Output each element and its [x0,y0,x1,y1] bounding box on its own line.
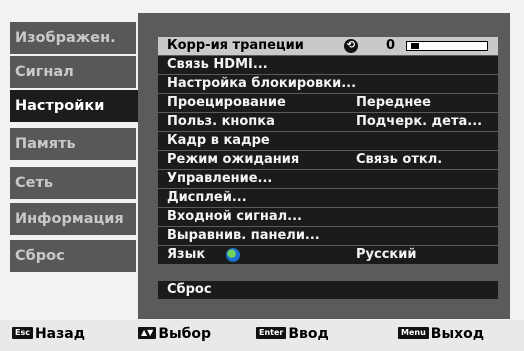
hint-label: Выбор [158,326,212,342]
menu-label: Входной сигнал... [167,209,302,224]
hint-exit: Menu Выход [398,326,484,344]
menu-key-icon: Menu [398,327,429,339]
settings-panel: Корр-ия трапеции ⟲ 0 Связь HDMI... Настр… [138,13,510,319]
menu-label: Выравнив. панели... [167,228,320,243]
menu-row-panel-alignment[interactable]: Выравнив. панели... [158,227,498,245]
keystone-slider[interactable] [406,41,488,51]
menu-row-control[interactable]: Управление... [158,170,498,188]
nav-item-settings[interactable]: Настройки [10,90,144,122]
menu-value: Русский [356,247,417,262]
menu-value: Подчерк. дета... [356,114,483,129]
menu-row-keystone[interactable]: Корр-ия трапеции ⟲ 0 [158,37,498,55]
menu-row-lock-settings[interactable]: Настройка блокировки... [158,75,498,93]
hint-back: Esc Назад [12,326,85,344]
menu-label: Проецирование [167,95,286,110]
keystone-icon: ⟲ [344,39,358,53]
nav-item-information[interactable]: Информация [10,203,136,235]
menu-label: Режим ожидания [167,152,300,167]
up-down-key-icon: ▲▼ [138,327,157,339]
menu-label: Настройка блокировки... [167,76,357,91]
menu-label: Польз. кнопка [167,114,275,129]
menu-label: Дисплей... [167,190,247,205]
keystone-value: 0 [386,38,396,53]
menu-row-reset[interactable]: Сброс [158,281,498,299]
menu-row-display[interactable]: Дисплей... [158,189,498,207]
menu-value: Переднее [356,95,431,110]
menu-row-language[interactable]: Язык Русский [158,246,498,264]
globe-icon [226,248,240,262]
menu-row-user-button[interactable]: Польз. кнопка Подчерк. дета... [158,113,498,131]
hint-enter: Enter Ввод [256,326,329,344]
nav-item-signal[interactable]: Сигнал [10,56,136,88]
footer-hints: Esc Назад ▲▼ Выбор Enter Ввод Menu Выход [0,320,524,351]
menu-row-standby-mode[interactable]: Режим ожидания Связь откл. [158,151,498,169]
menu-label: Язык [167,247,206,262]
menu-label: Связь HDMI... [167,57,268,72]
menu-row-input-signal[interactable]: Входной сигнал... [158,208,498,226]
menu-row-picture-in-picture[interactable]: Кадр в кадре [158,132,498,150]
menu-row-projection[interactable]: Проецирование Переднее [158,94,498,112]
menu-row-hdmi-link[interactable]: Связь HDMI... [158,56,498,74]
hint-label: Назад [34,326,86,342]
slider-thumb[interactable] [411,43,420,49]
sidebar-nav: Изображен. Сигнал Настройки Память Сеть … [0,0,144,320]
menu-label: Корр-ия трапеции [167,38,304,53]
esc-key-icon: Esc [12,327,33,339]
hint-label: Выход [430,326,485,342]
nav-item-image[interactable]: Изображен. [10,22,136,54]
nav-item-reset[interactable]: Сброс [10,240,136,272]
nav-item-memory[interactable]: Память [10,128,136,160]
nav-item-network[interactable]: Сеть [10,167,136,199]
menu-value: Связь откл. [356,152,443,167]
hint-label: Ввод [288,326,329,342]
menu-label: Кадр в кадре [167,133,270,148]
menu-label: Управление... [167,171,273,186]
menu-label: Сброс [167,282,212,297]
hint-select: ▲▼ Выбор [138,326,211,344]
enter-key-icon: Enter [256,327,287,339]
